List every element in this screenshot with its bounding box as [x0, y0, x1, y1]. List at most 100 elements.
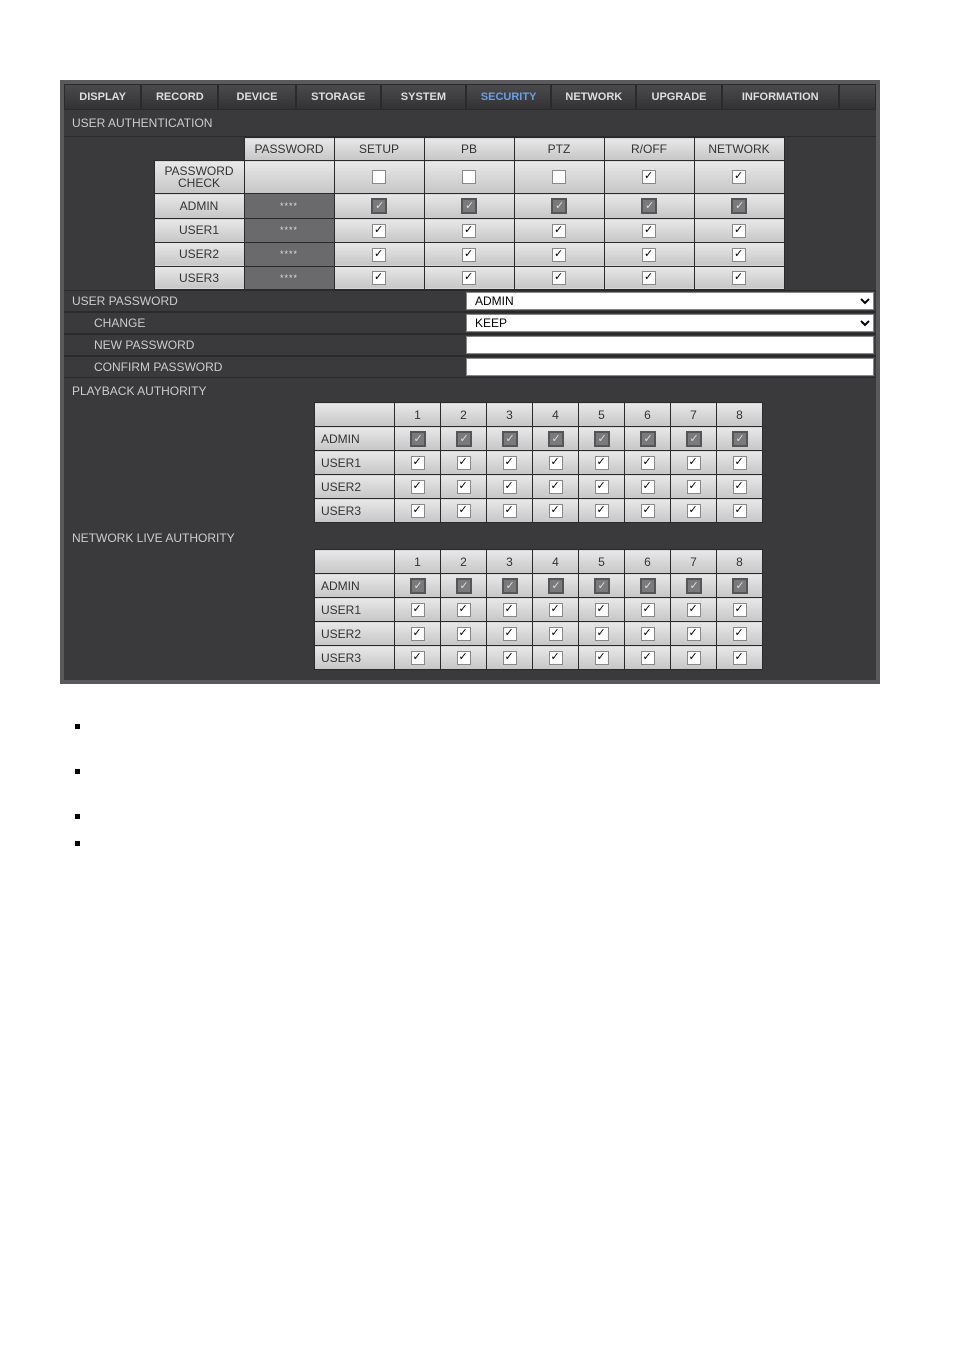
checkbox[interactable]	[372, 271, 386, 285]
checkbox[interactable]	[686, 431, 702, 447]
checkbox[interactable]	[731, 198, 747, 214]
checkbox[interactable]	[687, 480, 701, 494]
checkbox[interactable]	[549, 480, 563, 494]
checkbox[interactable]	[641, 480, 655, 494]
checkbox[interactable]	[641, 603, 655, 617]
checkbox[interactable]	[462, 248, 476, 262]
checkbox[interactable]	[641, 456, 655, 470]
checkbox[interactable]	[733, 651, 747, 665]
checkbox[interactable]	[372, 224, 386, 238]
checkbox[interactable]	[551, 198, 567, 214]
checkbox[interactable]	[503, 456, 517, 470]
checkbox[interactable]	[552, 271, 566, 285]
checkbox[interactable]	[371, 198, 387, 214]
checkbox[interactable]	[552, 224, 566, 238]
checkbox[interactable]	[549, 603, 563, 617]
checkbox[interactable]	[457, 627, 471, 641]
checkbox[interactable]	[549, 627, 563, 641]
checkbox[interactable]	[457, 456, 471, 470]
pwcheck-network-checkbox[interactable]	[732, 170, 746, 184]
checkbox[interactable]	[411, 456, 425, 470]
checkbox[interactable]	[594, 431, 610, 447]
checkbox[interactable]	[640, 431, 656, 447]
tab-device[interactable]: DEVICE	[218, 84, 295, 110]
checkbox[interactable]	[549, 456, 563, 470]
checkbox[interactable]	[410, 578, 426, 594]
checkbox[interactable]	[503, 480, 517, 494]
checkbox[interactable]	[732, 248, 746, 262]
tab-system[interactable]: SYSTEM	[381, 84, 466, 110]
checkbox[interactable]	[411, 480, 425, 494]
checkbox[interactable]	[732, 271, 746, 285]
checkbox[interactable]	[411, 651, 425, 665]
tab-storage[interactable]: STORAGE	[296, 84, 381, 110]
checkbox[interactable]	[548, 578, 564, 594]
checkbox[interactable]	[548, 431, 564, 447]
change-select[interactable]: KEEP	[466, 314, 874, 332]
pwcheck-setup-checkbox[interactable]	[372, 170, 386, 184]
checkbox[interactable]	[642, 224, 656, 238]
checkbox[interactable]	[503, 603, 517, 617]
tab-security[interactable]: SECURITY	[466, 84, 551, 110]
checkbox[interactable]	[732, 578, 748, 594]
pwcheck-ptz-checkbox[interactable]	[552, 170, 566, 184]
checkbox[interactable]	[687, 651, 701, 665]
checkbox[interactable]	[733, 480, 747, 494]
checkbox[interactable]	[410, 431, 426, 447]
pwcheck-pb-checkbox[interactable]	[462, 170, 476, 184]
tab-record[interactable]: RECORD	[141, 84, 218, 110]
confirm-password-input[interactable]	[466, 358, 874, 376]
checkbox[interactable]	[595, 456, 609, 470]
checkbox[interactable]	[733, 456, 747, 470]
checkbox[interactable]	[372, 248, 386, 262]
checkbox[interactable]	[687, 504, 701, 518]
checkbox[interactable]	[642, 248, 656, 262]
checkbox[interactable]	[686, 578, 702, 594]
checkbox[interactable]	[595, 603, 609, 617]
checkbox[interactable]	[457, 480, 471, 494]
checkbox[interactable]	[457, 504, 471, 518]
checkbox[interactable]	[732, 431, 748, 447]
checkbox[interactable]	[594, 578, 610, 594]
checkbox[interactable]	[733, 603, 747, 617]
checkbox[interactable]	[411, 627, 425, 641]
checkbox[interactable]	[502, 578, 518, 594]
checkbox[interactable]	[595, 627, 609, 641]
new-password-input[interactable]	[466, 336, 874, 354]
checkbox[interactable]	[641, 504, 655, 518]
checkbox[interactable]	[642, 271, 656, 285]
checkbox[interactable]	[733, 504, 747, 518]
checkbox[interactable]	[502, 431, 518, 447]
checkbox[interactable]	[462, 224, 476, 238]
tab-information[interactable]: INFORMATION	[722, 84, 839, 110]
checkbox[interactable]	[687, 456, 701, 470]
checkbox[interactable]	[595, 504, 609, 518]
checkbox[interactable]	[641, 198, 657, 214]
checkbox[interactable]	[640, 578, 656, 594]
checkbox[interactable]	[732, 224, 746, 238]
tab-display[interactable]: DISPLAY	[64, 84, 141, 110]
checkbox[interactable]	[687, 603, 701, 617]
checkbox[interactable]	[549, 504, 563, 518]
checkbox[interactable]	[456, 578, 472, 594]
checkbox[interactable]	[456, 431, 472, 447]
checkbox[interactable]	[503, 504, 517, 518]
checkbox[interactable]	[411, 504, 425, 518]
checkbox[interactable]	[461, 198, 477, 214]
user-password-select[interactable]: ADMIN	[466, 292, 874, 310]
checkbox[interactable]	[552, 248, 566, 262]
checkbox[interactable]	[549, 651, 563, 665]
checkbox[interactable]	[733, 627, 747, 641]
checkbox[interactable]	[641, 651, 655, 665]
checkbox[interactable]	[687, 627, 701, 641]
checkbox[interactable]	[411, 603, 425, 617]
pwcheck-roff-checkbox[interactable]	[642, 170, 656, 184]
checkbox[interactable]	[457, 651, 471, 665]
checkbox[interactable]	[503, 627, 517, 641]
checkbox[interactable]	[641, 627, 655, 641]
checkbox[interactable]	[457, 603, 471, 617]
checkbox[interactable]	[462, 271, 476, 285]
checkbox[interactable]	[503, 651, 517, 665]
checkbox[interactable]	[595, 480, 609, 494]
tab-network[interactable]: NETWORK	[551, 84, 636, 110]
